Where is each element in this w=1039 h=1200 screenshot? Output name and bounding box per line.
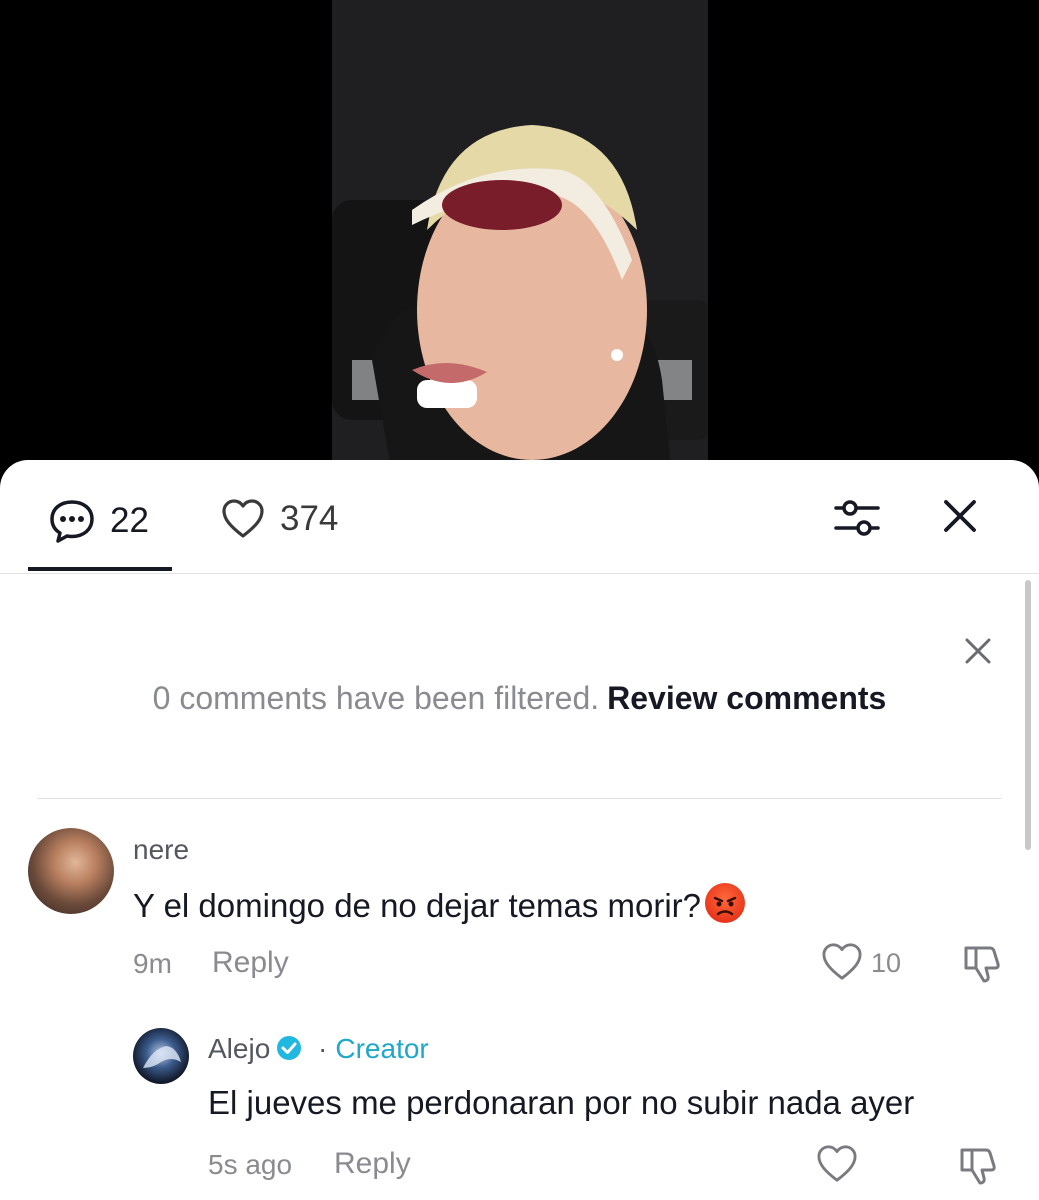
comment-username[interactable]: nere bbox=[133, 834, 189, 866]
dislike-icon[interactable] bbox=[958, 1144, 1000, 1186]
angry-emoji bbox=[705, 883, 746, 923]
comment-like-icon[interactable] bbox=[820, 942, 864, 982]
review-comments-link[interactable]: Review comments bbox=[607, 680, 886, 716]
divider bbox=[37, 798, 1002, 799]
verified-icon bbox=[277, 1036, 302, 1060]
reply-username-row: Alejo · Creator bbox=[208, 1033, 429, 1065]
video-area[interactable] bbox=[0, 0, 1039, 475]
active-tab-indicator bbox=[28, 567, 172, 571]
reply-text: El jueves me perdonaran por no subir nad… bbox=[208, 1084, 915, 1121]
avatar[interactable] bbox=[28, 828, 114, 914]
tab-comments[interactable]: 22 bbox=[48, 498, 149, 544]
filter-notice: 0 comments have been filtered. Review com… bbox=[0, 680, 1039, 717]
video-thumbnail bbox=[332, 0, 708, 475]
reply-button[interactable]: Reply bbox=[334, 1147, 411, 1181]
reply-button[interactable]: Reply bbox=[212, 946, 289, 980]
tab-likes[interactable]: 374 bbox=[220, 498, 338, 540]
dismiss-notice-icon[interactable] bbox=[962, 635, 994, 667]
creator-badge: Creator bbox=[335, 1033, 429, 1064]
separator: · bbox=[318, 1033, 328, 1064]
comments-count: 22 bbox=[110, 501, 149, 540]
comments-sheet: 22 374 0 comments have been filtered. Rev… bbox=[0, 460, 1039, 1200]
reply-username[interactable]: Alejo bbox=[208, 1033, 270, 1064]
filter-icon[interactable] bbox=[832, 496, 882, 540]
comment-like-count: 10 bbox=[871, 948, 902, 978]
video-frame[interactable] bbox=[332, 0, 708, 475]
likes-count: 374 bbox=[280, 499, 339, 538]
close-icon[interactable] bbox=[940, 496, 980, 536]
comment-text: Y el domingo de no dejar temas morir? bbox=[133, 883, 746, 925]
tab-bar: 22 374 bbox=[0, 460, 1039, 574]
comment-like-icon[interactable] bbox=[815, 1144, 859, 1184]
filter-notice-text: 0 comments have been filtered. bbox=[152, 680, 600, 716]
dislike-icon[interactable] bbox=[962, 942, 1004, 984]
heart-icon bbox=[222, 499, 264, 538]
avatar[interactable] bbox=[133, 1028, 189, 1084]
comment-icon bbox=[50, 500, 94, 543]
comment-time: 9m bbox=[133, 948, 172, 979]
reply-time: 5s ago bbox=[208, 1149, 293, 1180]
comment-text-content: Y el domingo de no dejar temas morir? bbox=[133, 887, 702, 924]
